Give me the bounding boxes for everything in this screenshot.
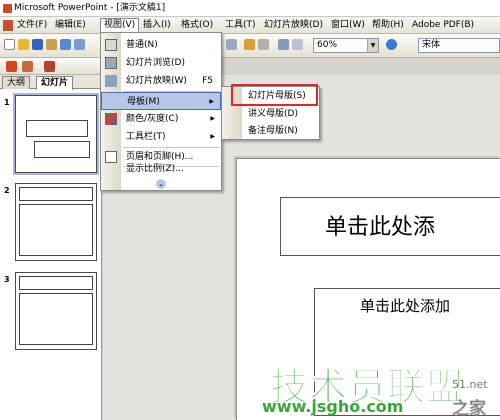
font-select[interactable]: 宋体 (418, 38, 500, 53)
menu-slideshow[interactable]: 幻灯片放映(D) (261, 18, 326, 33)
menu-item-slideshow[interactable]: 幻灯片放映(W) F5 (101, 72, 221, 90)
menu-insert[interactable]: 插入(I) (140, 18, 174, 33)
menu-view[interactable]: 视图(V) (100, 18, 140, 33)
menu-window[interactable]: 窗口(W) (328, 18, 368, 33)
submenu-arrow-icon: ▶ (210, 133, 215, 140)
table-icon[interactable] (258, 39, 269, 50)
slide-sorter-icon (105, 57, 117, 69)
menu-item-notes-master[interactable]: 备注母版(N) (222, 123, 319, 140)
menu-item-label: 幻灯片浏览(D) (126, 58, 185, 68)
open-folder-icon[interactable] (18, 39, 29, 50)
permission-icon[interactable] (46, 39, 57, 50)
menu-item-zoom[interactable]: 显示比例(Z)... (101, 160, 221, 178)
slide-thumbnail[interactable] (13, 93, 99, 175)
font-value: 宋体 (422, 40, 441, 50)
powerpoint-app-icon (3, 4, 12, 13)
menu-file[interactable]: 文件(F) (14, 18, 50, 33)
shortcut-label: F5 (202, 76, 213, 86)
title-placeholder[interactable]: 单击此处添 (280, 197, 500, 256)
thumb-title-box (19, 187, 93, 201)
slide-design-icon[interactable] (22, 61, 33, 72)
menu-tools[interactable]: 工具(T) (222, 18, 259, 33)
menu-item-toolbars[interactable]: 工具栏(T) ▶ (101, 128, 221, 146)
annotation-highlight-box (231, 84, 318, 106)
thumb-content-box (19, 293, 93, 345)
insert-picture-icon[interactable] (244, 39, 255, 50)
submenu-arrow-icon: ▶ (209, 98, 214, 105)
slide-number: 3 (4, 275, 10, 284)
slide-thumbnail[interactable] (15, 272, 97, 350)
save-icon[interactable] (32, 39, 43, 50)
expand-menu-icon[interactable]: ⌄ (156, 179, 166, 189)
menu-item-normal[interactable]: 普通(N) (101, 36, 221, 54)
menu-item-label: 母板(M) (127, 97, 160, 107)
document-icon[interactable] (3, 20, 13, 31)
menu-edit[interactable]: 编辑(E) (52, 18, 89, 33)
watermark-suffix: 之家 (452, 399, 486, 419)
new-file-icon[interactable] (4, 39, 15, 50)
menu-item-label: 颜色/灰度(C) (126, 114, 179, 124)
watermark-partial: 51.net (452, 378, 488, 391)
menu-item-label: 工具栏(T) (126, 132, 166, 142)
tab-slides[interactable]: 幻灯片 (36, 76, 74, 90)
window-title: Microsoft PowerPoint - [演示文稿1] (14, 3, 166, 13)
zoom-value: 60% (317, 40, 338, 50)
menu-item-master[interactable]: 母板(M) ▶ (101, 92, 221, 110)
menu-item-label: 显示比例(Z)... (126, 164, 184, 174)
secondary-toolbar (0, 58, 100, 75)
thumb-content-box (19, 204, 93, 256)
standard-toolbar: 60% ▼ 宋体 (0, 34, 500, 58)
menu-item-color-grayscale[interactable]: 颜色/灰度(C) ▶ (101, 110, 221, 128)
new-slide-icon[interactable] (6, 61, 17, 72)
slide-layout-icon[interactable] (44, 61, 55, 72)
grid-icon[interactable] (292, 39, 303, 50)
menu-item-label: 普通(N) (126, 40, 158, 50)
menu-item-slide-sorter[interactable]: 幻灯片浏览(D) (101, 54, 221, 72)
menu-item-label: 幻灯片放映(W) (126, 76, 187, 86)
slideshow-icon (105, 75, 117, 87)
zoom-select[interactable]: 60% ▼ (313, 38, 379, 53)
chevron-down-icon: ▼ (367, 39, 378, 52)
slides-panel: 大纲 幻灯片 1 2 3 (0, 75, 102, 420)
slide-number: 2 (4, 186, 10, 195)
tab-outline[interactable]: 大纲 (2, 76, 31, 89)
panel-tabs: 大纲 幻灯片 (0, 75, 102, 90)
show-formatting-icon[interactable] (278, 39, 289, 50)
menu-bar: 文件(F) 编辑(E) 视图(V) 插入(I) 格式(O) 工具(T) 幻灯片放… (0, 17, 500, 34)
menu-item-handout-master[interactable]: 讲义母版(D) (222, 106, 319, 123)
normal-view-icon (105, 39, 117, 51)
submenu-arrow-icon: ▶ (210, 115, 215, 122)
slide-number: 1 (4, 98, 10, 107)
thumb-title-box (26, 120, 88, 137)
help-icon[interactable] (386, 39, 397, 50)
chart-icon[interactable] (226, 39, 237, 50)
view-menu: 普通(N) 幻灯片浏览(D) 幻灯片放映(W) F5 母板(M) ▶ 颜色/灰度… (100, 32, 222, 191)
title-bar: Microsoft PowerPoint - [演示文稿1] (0, 0, 500, 17)
menu-help[interactable]: 帮助(H) (369, 18, 407, 33)
color-icon (105, 113, 117, 125)
menu-adobe-pdf[interactable]: Adobe PDF(B) (409, 18, 477, 33)
thumb-title-box (19, 276, 93, 290)
menu-format[interactable]: 格式(O) (178, 18, 216, 33)
print-icon[interactable] (74, 39, 85, 50)
email-icon[interactable] (60, 39, 71, 50)
thumb-subtitle-box (34, 141, 90, 158)
watermark-site: www.jsgho.com (262, 397, 404, 416)
slide-thumbnail[interactable] (15, 183, 97, 261)
